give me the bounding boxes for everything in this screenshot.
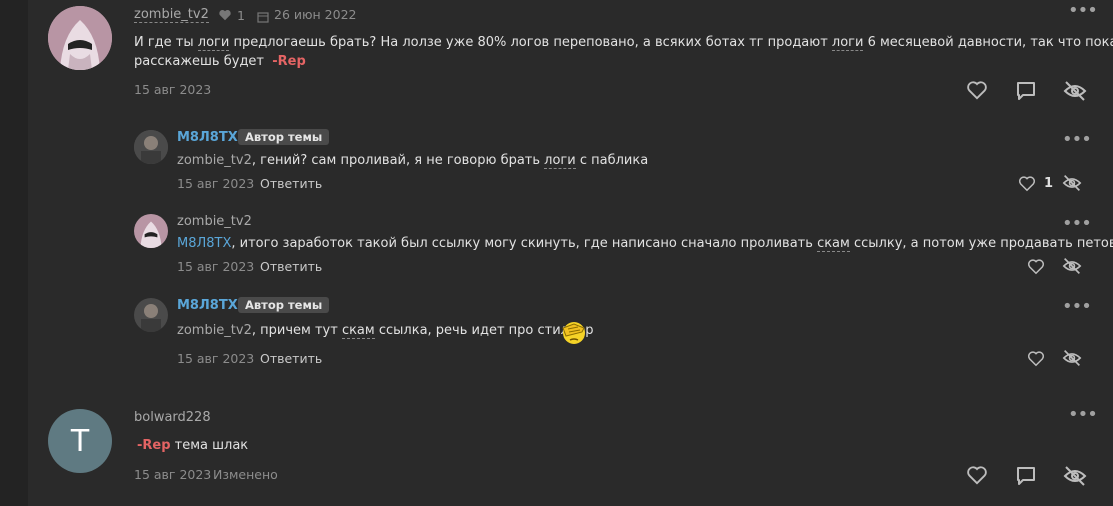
avatar[interactable] bbox=[134, 130, 168, 164]
more-icon[interactable]: ••• bbox=[1062, 131, 1092, 149]
avatar-letter: T bbox=[70, 423, 90, 459]
post-date: 15 авг 2023 bbox=[134, 82, 212, 97]
post-date-top: 26 июн 2022 bbox=[274, 7, 357, 22]
reply-text: zombie_tv2, причем тут скам ссылка, речь… bbox=[177, 323, 594, 339]
reply-date: 15 авг 2023 bbox=[177, 351, 255, 366]
more-icon[interactable]: ••• bbox=[1062, 215, 1092, 233]
post-author[interactable]: bolward228 bbox=[134, 410, 211, 425]
post-text: -Rep тема шлак bbox=[137, 438, 249, 453]
more-icon[interactable]: ••• bbox=[1068, 2, 1098, 20]
calendar-icon bbox=[257, 8, 269, 27]
like-count: 1 bbox=[1044, 176, 1054, 191]
reply-text: M8Л8TX, итого заработок такой был ссылку… bbox=[177, 236, 1113, 252]
author-badge: Автор темы bbox=[238, 297, 330, 313]
reply-author[interactable]: M8Л8TX bbox=[177, 130, 238, 145]
reply-button[interactable]: Ответить bbox=[260, 351, 322, 366]
avatar[interactable] bbox=[134, 214, 168, 248]
rep-badge: -Rep bbox=[137, 438, 171, 453]
like-button[interactable] bbox=[1018, 175, 1036, 192]
avatar[interactable] bbox=[134, 298, 168, 332]
more-icon[interactable]: ••• bbox=[1068, 406, 1098, 424]
post-date: 15 авг 2023 bbox=[134, 467, 212, 482]
reply-date: 15 авг 2023 bbox=[177, 259, 255, 274]
heart-icon bbox=[218, 7, 232, 26]
post-author[interactable]: zombie_tv2 bbox=[134, 7, 209, 23]
eye-off-icon[interactable] bbox=[1062, 174, 1082, 192]
reply-button[interactable]: Ответить bbox=[260, 259, 322, 274]
eye-off-icon[interactable] bbox=[1062, 349, 1082, 367]
comments-panel bbox=[28, 0, 1113, 506]
like-button[interactable] bbox=[1027, 350, 1045, 367]
author-badge: Автор темы bbox=[238, 129, 330, 145]
eye-off-icon[interactable] bbox=[1062, 257, 1082, 275]
reply-text: zombie_tv2, гений? сам проливай, я не го… bbox=[177, 153, 649, 169]
more-icon[interactable]: ••• bbox=[1062, 298, 1092, 316]
avatar[interactable]: T bbox=[48, 409, 112, 473]
like-button[interactable] bbox=[966, 80, 988, 100]
reply-button[interactable]: Ответить bbox=[260, 176, 322, 191]
reply-author[interactable]: M8Л8TX bbox=[177, 298, 238, 313]
reply-date: 15 авг 2023 bbox=[177, 176, 255, 191]
avatar[interactable] bbox=[48, 6, 112, 70]
eye-off-icon[interactable] bbox=[1063, 80, 1087, 102]
comment-icon[interactable] bbox=[1016, 81, 1036, 101]
like-button[interactable] bbox=[966, 465, 988, 485]
rep-badge: -Rep bbox=[272, 54, 306, 69]
like-count: 1 bbox=[237, 8, 245, 23]
eye-off-icon[interactable] bbox=[1063, 465, 1087, 487]
post-text-line2: расскажешь будет -Rep bbox=[134, 54, 306, 69]
post-text: И где ты логи предлогаешь брать? На лолз… bbox=[134, 35, 1113, 51]
like-button[interactable] bbox=[1027, 258, 1045, 275]
facepalm-emoji bbox=[560, 318, 588, 350]
comment-icon[interactable] bbox=[1016, 466, 1036, 486]
reply-author[interactable]: zombie_tv2 bbox=[177, 214, 252, 229]
edited-label: Изменено bbox=[213, 467, 278, 482]
